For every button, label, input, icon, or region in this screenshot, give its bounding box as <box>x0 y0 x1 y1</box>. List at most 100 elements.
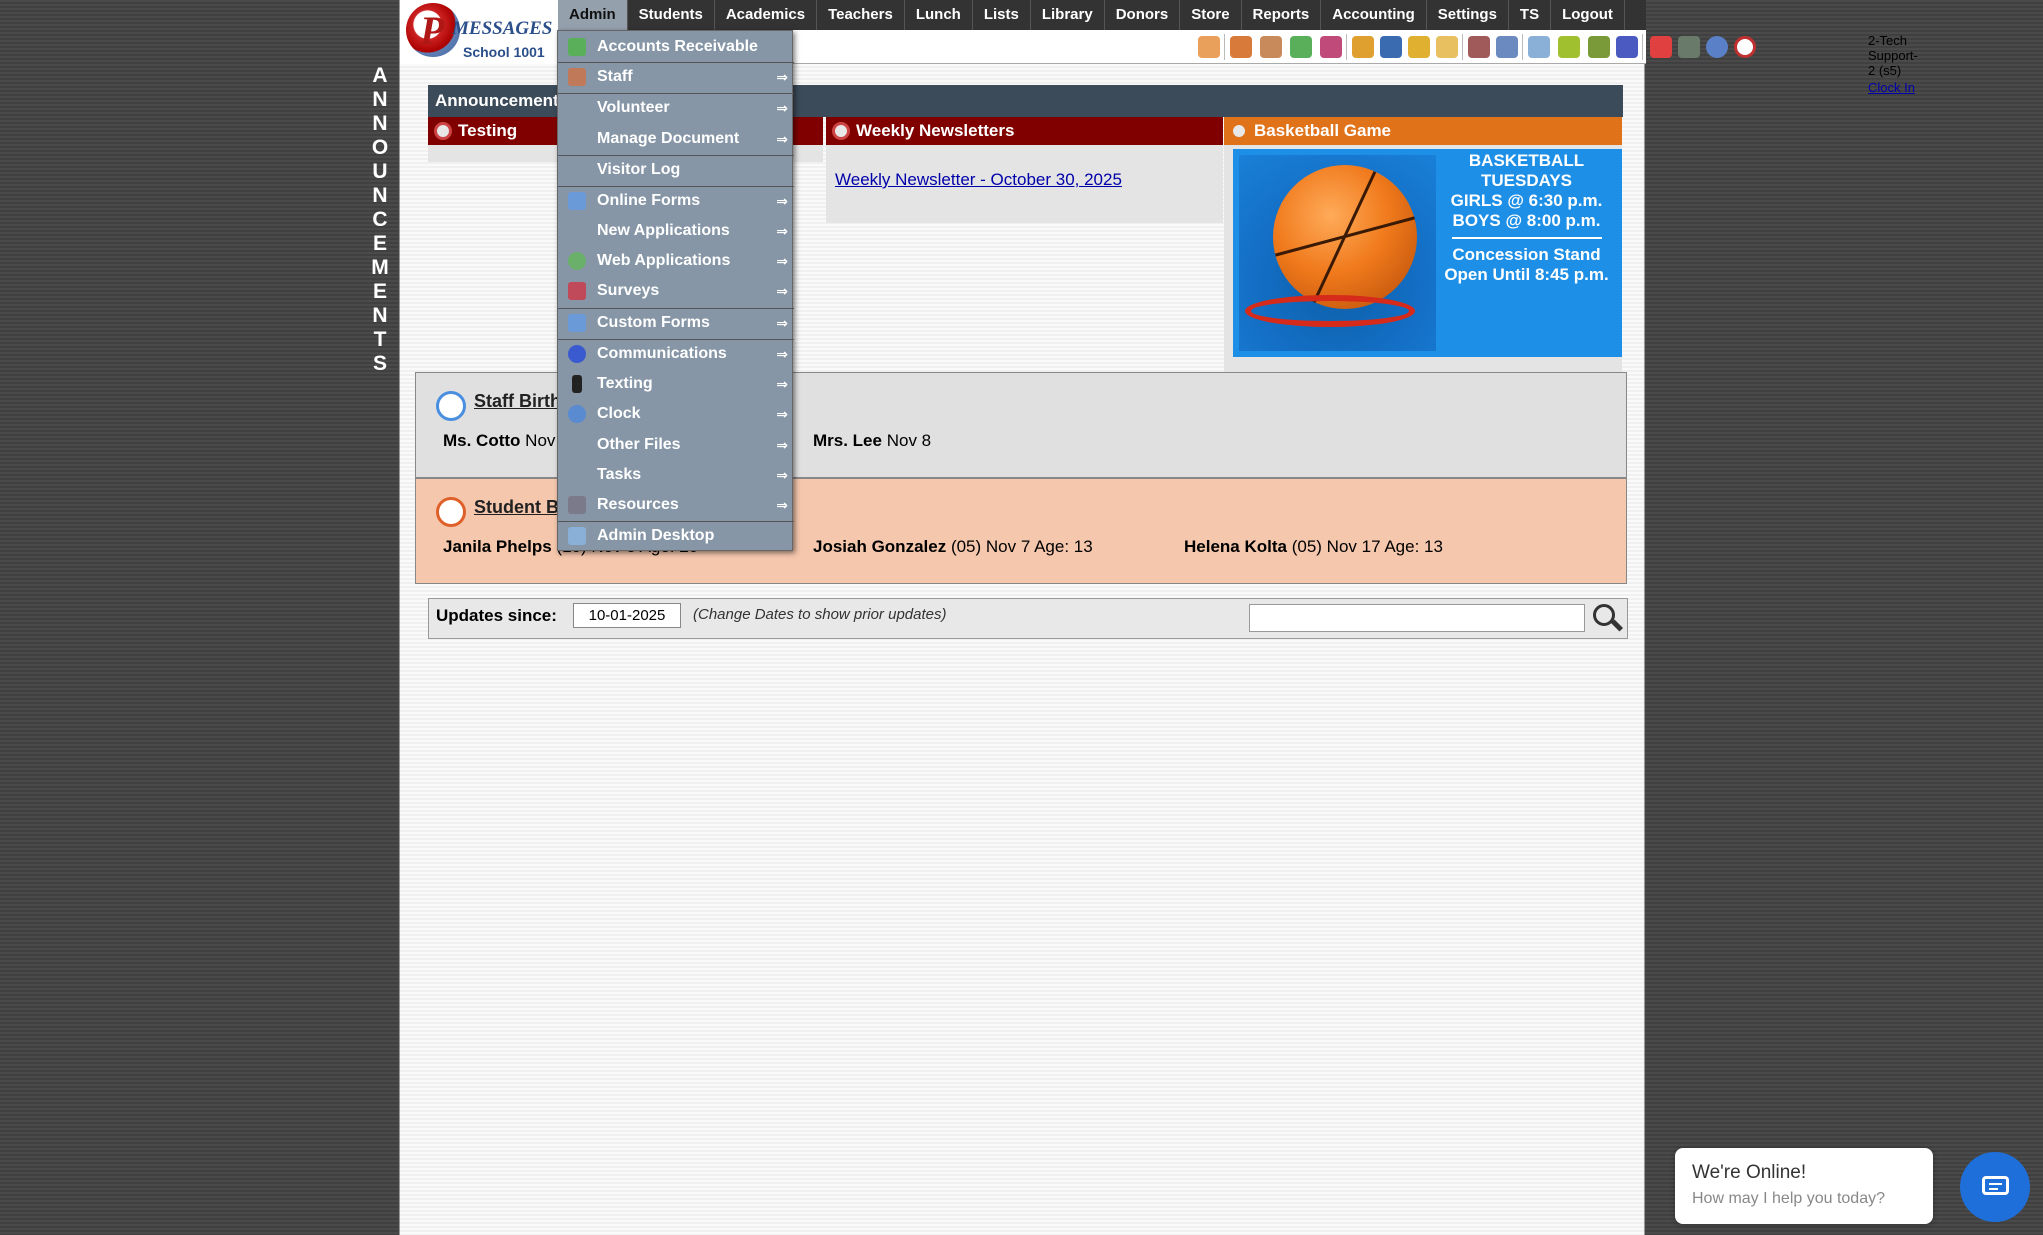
stack-icon[interactable] <box>1678 36 1700 58</box>
nav-logout[interactable]: Logout <box>1551 0 1625 30</box>
group-icon[interactable] <box>1468 36 1490 58</box>
calendar-icon[interactable] <box>1528 36 1550 58</box>
menu-item-surveys[interactable]: Surveys ⇒ <box>558 277 794 305</box>
menu-item-new-applications[interactable]: New Applications ⇒ <box>558 217 794 245</box>
vertical-letter: S <box>372 352 387 375</box>
menu-label: Visitor Log <box>597 161 681 178</box>
clock-in-link[interactable]: Clock In <box>1868 80 1918 95</box>
menu-item-texting[interactable]: Texting ⇒ <box>558 370 794 398</box>
flyer-line: TUESDAYS <box>1480 171 1572 190</box>
submenu-arrow: ⇒ <box>776 376 788 392</box>
menu-item-volunteer[interactable]: Volunteer ⇒ <box>558 94 794 122</box>
menu-item-clock[interactable]: Clock ⇒ <box>558 400 794 428</box>
pdf-icon[interactable] <box>1650 36 1672 58</box>
chat-greeting-bubble[interactable]: We're Online! How may I help you today? <box>1675 1148 1933 1224</box>
submenu-arrow: ⇒ <box>776 437 788 453</box>
menu-item-tasks[interactable]: Tasks ⇒ <box>558 461 794 489</box>
flyer-line: Concession Stand <box>1452 245 1601 264</box>
printer-icon[interactable] <box>1588 36 1610 58</box>
nav-lunch[interactable]: Lunch <box>905 0 973 30</box>
submenu-arrow: ⇒ <box>776 497 788 513</box>
flyer-line: BASKETBALL <box>1468 151 1585 170</box>
card-title: Testing <box>458 121 518 140</box>
nav-teachers[interactable]: Teachers <box>817 0 905 30</box>
announcement-icon <box>832 122 850 140</box>
nav-lists[interactable]: Lists <box>973 0 1031 30</box>
search-input[interactable] <box>1249 604 1585 632</box>
lunch-icon[interactable] <box>1352 36 1374 58</box>
book-icon[interactable] <box>1380 36 1402 58</box>
nav-reports[interactable]: Reports <box>1242 0 1322 30</box>
school-logo[interactable]: P MESSAGES School 1001 <box>400 0 558 64</box>
menu-item-web-applications[interactable]: Web Applications ⇒ <box>558 247 794 275</box>
mail-icon[interactable] <box>1436 36 1458 58</box>
vertical-letter: O <box>371 136 389 159</box>
ap-icon[interactable] <box>1616 36 1638 58</box>
updates-note: (Change Dates to show prior updates) <box>693 606 947 623</box>
menu-label: Clock <box>597 405 641 422</box>
people-icon[interactable] <box>1320 36 1342 58</box>
nav-admin[interactable]: Admin <box>558 0 628 30</box>
birthday-name: Mrs. Lee <box>813 431 882 450</box>
menu-item-visitor-log[interactable]: Visitor Log <box>558 156 794 184</box>
newsletter-link[interactable]: Weekly Newsletter - October 30, 2025 <box>835 170 1122 190</box>
menu-item-online-forms[interactable]: Online Forms ⇒ <box>558 187 794 215</box>
money-icon[interactable] <box>1290 36 1312 58</box>
vertical-letter: A <box>372 64 388 87</box>
cake-icon <box>436 391 466 421</box>
bell-icon[interactable] <box>1408 36 1430 58</box>
submenu-arrow: ⇒ <box>776 69 788 85</box>
nav-store[interactable]: Store <box>1180 0 1242 30</box>
vertical-letter: M <box>371 256 389 279</box>
menu-label: Manage Document <box>597 130 740 147</box>
id-card-icon[interactable] <box>1558 36 1580 58</box>
menu-label: Communications <box>597 345 727 362</box>
cake-icon <box>436 497 466 527</box>
menu-item-manage-document[interactable]: Manage Document ⇒ <box>558 125 794 153</box>
menu-label: Staff <box>597 68 633 85</box>
chat-title: We're Online! <box>1692 1162 1807 1183</box>
students-icon[interactable] <box>1260 36 1282 58</box>
birthday-name: Ms. Cotto <box>443 431 521 450</box>
admin-dropdown-menu: Accounts Receivable Staff ⇒ Volunteer ⇒ Ma… <box>557 30 794 551</box>
updates-date-input[interactable]: 10-01-2025 <box>573 603 681 628</box>
user-info: 2-Tech Support-2 (s5) Clock In <box>1868 33 1918 95</box>
menu-label: Tasks <box>597 466 642 483</box>
birthday-entry: Mrs. Lee Nov 8 <box>813 431 931 451</box>
help-icon[interactable] <box>1706 36 1728 58</box>
nav-accounting[interactable]: Accounting <box>1321 0 1427 30</box>
submenu-arrow: ⇒ <box>776 100 788 116</box>
birthday-name: Josiah Gonzalez <box>813 537 947 556</box>
vertical-letter: C <box>372 208 388 231</box>
menu-item-accounts-receivable[interactable]: Accounts Receivable <box>558 33 794 61</box>
nav-ts[interactable]: TS <box>1509 0 1552 30</box>
nav-donors[interactable]: Donors <box>1105 0 1181 30</box>
menu-item-other-files[interactable]: Other Files ⇒ <box>558 431 794 459</box>
megaphone-icon[interactable] <box>1198 36 1220 58</box>
menu-item-resources[interactable]: Resources ⇒ <box>558 491 794 519</box>
menu-item-custom-forms[interactable]: Custom Forms ⇒ <box>558 309 794 337</box>
survey-icon <box>568 282 586 300</box>
vertical-letter: N <box>372 304 388 327</box>
announcement-icon <box>1230 122 1248 140</box>
birthday-info: (05) Nov 7 Age: 13 <box>950 537 1093 556</box>
nav-settings[interactable]: Settings <box>1427 0 1509 30</box>
announcements-vertical-label: A N N O U N C E M E N T S <box>370 64 390 376</box>
nav-library[interactable]: Library <box>1031 0 1105 30</box>
menu-item-communications[interactable]: Communications ⇒ <box>558 340 794 368</box>
staff-icon[interactable] <box>1230 36 1252 58</box>
nav-academics[interactable]: Academics <box>715 0 818 30</box>
search-icon[interactable] <box>1589 601 1625 635</box>
menu-label: Admin Desktop <box>597 527 715 544</box>
basketball-flyer-text: BASKETBALL TUESDAYS GIRLS @ 6:30 p.m. BO… <box>1431 151 1622 285</box>
menu-label: New Applications <box>597 222 730 239</box>
nav-students[interactable]: Students <box>628 0 715 30</box>
menu-label: Other Files <box>597 436 681 453</box>
clock-icon[interactable] <box>1496 36 1518 58</box>
submenu-arrow: ⇒ <box>776 193 788 209</box>
card-title: Weekly Newsletters <box>856 121 1015 140</box>
chat-launcher-button[interactable] <box>1960 1152 2030 1222</box>
menu-item-admin-desktop[interactable]: Admin Desktop <box>558 522 794 550</box>
power-icon[interactable] <box>1734 36 1756 58</box>
menu-item-staff[interactable]: Staff ⇒ <box>558 63 794 91</box>
